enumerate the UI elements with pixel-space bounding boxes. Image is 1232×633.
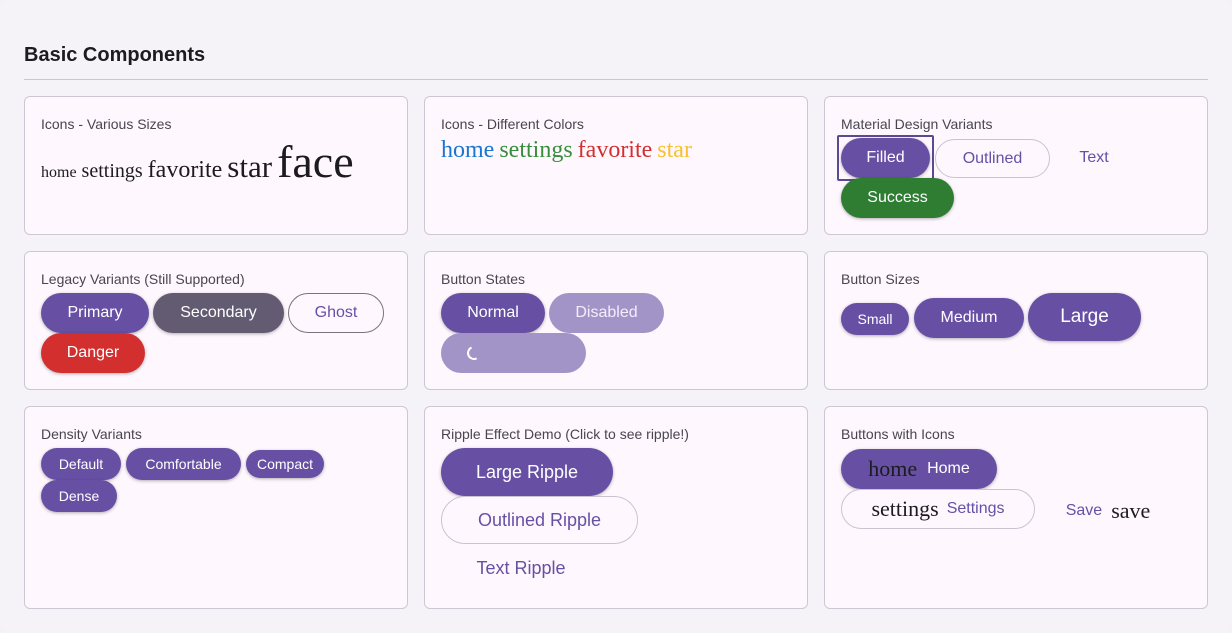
card-icons-different-colors: Icons - Different Colors home settings f…	[424, 96, 808, 235]
success-button[interactable]: Success	[841, 178, 954, 218]
icon-color-row: home settings favorite star	[441, 137, 692, 164]
card-title: Density Variants	[41, 426, 142, 442]
home-icon: home	[41, 164, 77, 181]
settings-icon: settings	[81, 160, 143, 182]
home-icon: home	[441, 137, 495, 163]
home-button-label: Home	[927, 460, 970, 477]
small-button[interactable]: Small	[841, 303, 909, 335]
icon-size-row: home settings favorite star face	[41, 135, 354, 191]
save-button[interactable]: Save save	[1055, 491, 1161, 531]
settings-icon: settings	[499, 137, 573, 163]
page: Basic Components Icons - Various Sizes h…	[0, 0, 1232, 633]
outlined-ripple-button[interactable]: Outlined Ripple	[441, 496, 638, 544]
secondary-button[interactable]: Secondary	[153, 293, 284, 333]
star-icon: star	[227, 149, 273, 184]
card-buttons-with-icons: Buttons with Icons home Home settings Se…	[824, 406, 1208, 609]
card-title: Icons - Different Colors	[441, 116, 584, 132]
text-ripple-button[interactable]: Text Ripple	[441, 544, 601, 592]
card-title: Button States	[441, 271, 526, 287]
compact-density-button[interactable]: Compact	[246, 450, 324, 478]
card-button-sizes: Button Sizes Small Medium Large	[824, 251, 1208, 390]
filled-button[interactable]: Filled	[841, 138, 930, 178]
loading-button	[441, 333, 586, 373]
home-button[interactable]: home Home	[841, 449, 997, 489]
settings-button[interactable]: settings Settings	[841, 489, 1035, 529]
primary-button[interactable]: Primary	[41, 293, 149, 333]
text-button[interactable]: Text	[1057, 138, 1131, 178]
medium-button[interactable]: Medium	[914, 298, 1024, 338]
settings-icon: settings	[871, 496, 939, 521]
star-icon: star	[657, 137, 692, 163]
favorite-icon: favorite	[577, 137, 653, 163]
dense-density-button[interactable]: Dense	[41, 480, 117, 512]
card-ripple-effect-demo: Ripple Effect Demo (Click to see ripple!…	[424, 406, 808, 609]
save-icon: save	[1111, 498, 1151, 523]
card-title: Legacy Variants (Still Supported)	[41, 271, 245, 287]
save-button-label: Save	[1065, 502, 1103, 519]
home-icon: home	[868, 456, 918, 481]
card-material-design-variants: Material Design Variants Filled Outlined…	[824, 96, 1208, 235]
face-icon: face	[277, 136, 354, 187]
card-icons-various-sizes: Icons - Various Sizes home settings favo…	[24, 96, 408, 235]
section-title: Basic Components	[24, 44, 206, 66]
card-title: Icons - Various Sizes	[41, 116, 172, 132]
large-ripple-button[interactable]: Large Ripple	[441, 448, 613, 496]
card-density-variants: Density Variants Default Comfortable Com…	[24, 406, 408, 609]
comfortable-density-button[interactable]: Comfortable	[126, 448, 241, 480]
card-title: Material Design Variants	[841, 116, 993, 132]
section-divider	[24, 79, 1208, 80]
card-title: Ripple Effect Demo (Click to see ripple!…	[441, 426, 689, 442]
card-legacy-variants: Legacy Variants (Still Supported) Primar…	[24, 251, 408, 390]
normal-button[interactable]: Normal	[441, 293, 545, 333]
default-density-button[interactable]: Default	[41, 448, 121, 480]
settings-button-label: Settings	[946, 500, 1005, 517]
card-title: Button Sizes	[841, 271, 920, 287]
disabled-button: Disabled	[549, 293, 664, 333]
ghost-button[interactable]: Ghost	[288, 293, 384, 333]
outlined-button[interactable]: Outlined	[935, 139, 1050, 178]
favorite-icon: favorite	[147, 157, 223, 183]
danger-button[interactable]: Danger	[41, 333, 145, 373]
large-button[interactable]: Large	[1028, 293, 1141, 341]
card-title: Buttons with Icons	[841, 426, 955, 442]
card-button-states: Button States Normal Disabled	[424, 251, 808, 390]
loading-spinner-icon	[465, 344, 483, 362]
